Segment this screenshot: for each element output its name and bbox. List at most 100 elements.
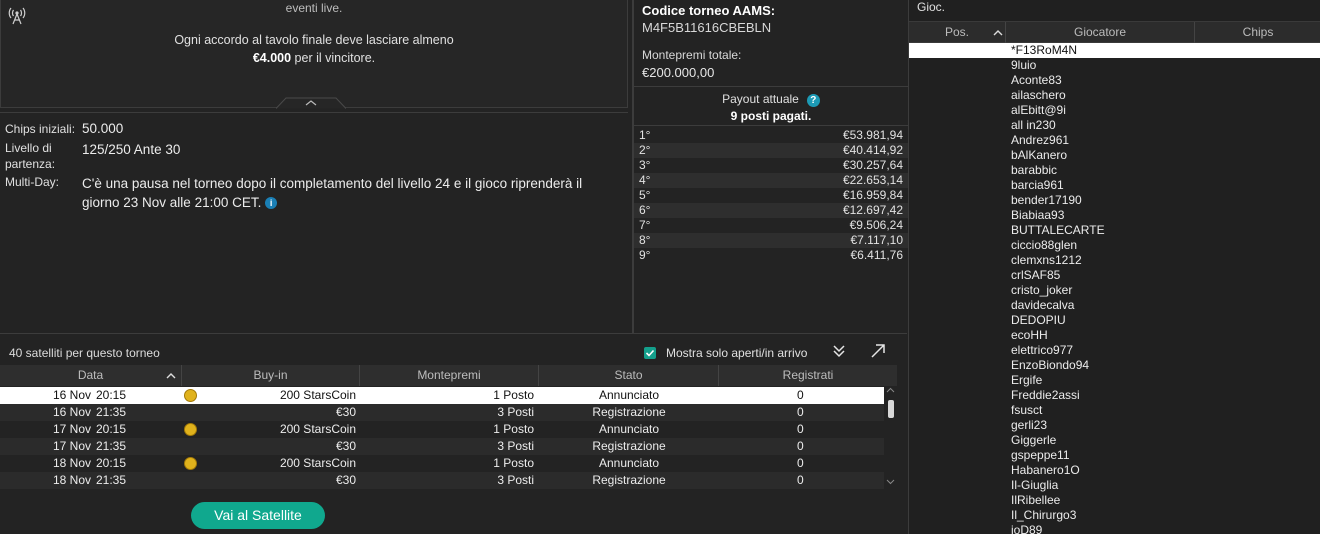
player-row[interactable]: elettrico977 (909, 343, 1320, 358)
player-row[interactable]: Il_Chirurgo3 (909, 508, 1320, 523)
player-name: gerli23 (1011, 418, 1048, 432)
info-icon[interactable]: i (265, 197, 278, 209)
checkbox-icon[interactable] (644, 347, 656, 359)
player-row[interactable]: Biabiaa93 (909, 208, 1320, 223)
satellite-row[interactable]: 18 Nov 20:15 200 StarsCoin 1 Posto Annun… (0, 455, 884, 472)
player-row[interactable]: gerli23 (909, 418, 1320, 433)
satellite-row[interactable]: 17 Nov 20:15 200 StarsCoin 1 Posto Annun… (0, 421, 884, 438)
player-row[interactable]: *F13RoM4N (909, 43, 1320, 58)
sort-up-icon[interactable] (993, 29, 1003, 36)
player-name: Ergife (1011, 373, 1043, 387)
payout-title: Payout attuale (722, 92, 799, 106)
satellite-row[interactable]: 18 Nov 21:35 €30 3 Posti Registrazione 0 (0, 472, 884, 489)
player-name: ciccio88glen (1011, 238, 1078, 252)
multiday-line2: giorno 23 Nov alle 21:00 CET. i (82, 193, 582, 212)
player-row[interactable]: bender17190 (909, 193, 1320, 208)
col-header-registered-label: Registrati (782, 368, 834, 382)
go-to-satellite-button[interactable]: Vai al Satellite (191, 502, 325, 529)
sat-date: 17 Nov (53, 422, 92, 436)
col-header-chips[interactable]: Chips (1195, 22, 1320, 43)
col-header-pos[interactable]: Pos. (909, 22, 1006, 43)
scrollbar-thumb[interactable] (888, 400, 894, 418)
sat-status: Annunciato (598, 422, 660, 436)
player-row[interactable]: Il-Giuglia (909, 478, 1320, 493)
player-name: crlSAF85 (1011, 268, 1061, 282)
player-row[interactable]: ciccio88glen (909, 238, 1320, 253)
help-icon[interactable]: ? (806, 94, 820, 107)
satellite-row[interactable]: 16 Nov 21:35 €30 3 Posti Registrazione 0 (0, 404, 884, 421)
player-row[interactable]: cristo_joker (909, 283, 1320, 298)
player-row[interactable]: crlSAF85 (909, 268, 1320, 283)
player-row[interactable]: Habanero1O (909, 463, 1320, 478)
player-row[interactable]: barabbic (909, 163, 1320, 178)
col-header-status[interactable]: Stato (539, 365, 719, 386)
col-header-registered[interactable]: Registrati (719, 365, 897, 386)
payout-pos: 5° (639, 188, 651, 202)
payout-row: 8° €7.117,10 (634, 233, 908, 248)
player-row[interactable]: ioD89 (909, 523, 1320, 534)
player-row[interactable]: EnzoBiondo94 (909, 358, 1320, 373)
payout-row: 4° €22.653,14 (634, 173, 908, 188)
player-row[interactable]: ailaschero (909, 88, 1320, 103)
sat-registered: 0 (797, 473, 804, 487)
player-row[interactable]: BUTTALECARTE (909, 223, 1320, 238)
col-header-prize[interactable]: Montepremi (360, 365, 539, 386)
payout-subtitle: 9 posti pagati. (730, 109, 812, 123)
col-header-buyin[interactable]: Buy-in (182, 365, 360, 386)
sat-time: 21:35 (96, 405, 127, 419)
player-row[interactable]: clemxns1212 (909, 253, 1320, 268)
filter-label[interactable]: Mostra solo aperti/in arrivo (666, 346, 807, 360)
sat-buyin: €30 (335, 405, 356, 419)
player-row[interactable]: barcia961 (909, 178, 1320, 193)
sort-up-icon[interactable] (166, 372, 176, 379)
player-row[interactable]: Aconte83 (909, 73, 1320, 88)
double-chevron-down-icon[interactable] (831, 343, 847, 359)
multiday-label: Multi-Day: (5, 175, 60, 189)
player-row[interactable]: 9luio (909, 58, 1320, 73)
player-row[interactable]: davidecalva (909, 298, 1320, 313)
player-name: Freddie2assi (1011, 388, 1080, 402)
player-row[interactable]: IlRibellee (909, 493, 1320, 508)
player-row[interactable]: Ergife (909, 373, 1320, 388)
col-header-date[interactable]: Data (0, 365, 182, 386)
player-row[interactable]: Giggerle (909, 433, 1320, 448)
player-row[interactable]: Andrez961 (909, 133, 1320, 148)
player-name: DEDOPIU (1011, 313, 1066, 327)
level-value: 125/250 Ante 30 (82, 142, 181, 157)
player-name: davidecalva (1011, 298, 1075, 312)
player-name: elettrico977 (1011, 343, 1074, 357)
chevron-up-icon[interactable] (276, 97, 346, 109)
message-line-2: €4.000 per il vincitore. (1, 51, 627, 65)
satellite-row[interactable]: 17 Nov 21:35 €30 3 Posti Registrazione 0 (0, 438, 884, 455)
message-amount: €4.000 (252, 51, 292, 65)
coin-icon (184, 389, 197, 402)
payout-row: 1° €53.981,94 (634, 128, 908, 143)
expand-arrow-icon[interactable] (870, 343, 886, 359)
player-row[interactable]: fsusct (909, 403, 1320, 418)
payout-amount: €22.653,14 (842, 173, 903, 187)
sat-registered: 0 (797, 456, 804, 470)
player-row[interactable]: all in230 (909, 118, 1320, 133)
player-row[interactable]: DEDOPIU (909, 313, 1320, 328)
player-name: 9luio (1011, 58, 1037, 72)
code-value: M4F5B11616CBEBLN (642, 20, 772, 35)
player-name: ailaschero (1011, 88, 1066, 102)
player-name: clemxns1212 (1011, 253, 1082, 267)
player-row[interactable]: gspeppe11 (909, 448, 1320, 463)
payout-row: 5° €16.959,84 (634, 188, 908, 203)
sat-buyin: €30 (335, 473, 356, 487)
player-name: fsusct (1011, 403, 1043, 417)
multiday-row: Multi-Day: C'è una pausa nel torneo dopo… (5, 174, 582, 212)
prize-label: Montepremi totale: (642, 48, 742, 62)
player-row[interactable]: Freddie2assi (909, 388, 1320, 403)
sat-prize: 3 Posti (497, 473, 534, 487)
col-header-player[interactable]: Giocatore (1006, 22, 1195, 43)
satellite-row[interactable]: 16 Nov 20:15 200 StarsCoin 1 Posto Annun… (0, 387, 884, 404)
player-name: Aconte83 (1011, 73, 1062, 87)
sat-status: Annunciato (598, 456, 660, 470)
player-row[interactable]: ecoHH (909, 328, 1320, 343)
sat-status: Annunciato (598, 388, 660, 402)
player-row[interactable]: bAlKanero (909, 148, 1320, 163)
col-header-status-label: Stato (614, 368, 643, 382)
player-row[interactable]: alEbitt@9i (909, 103, 1320, 118)
